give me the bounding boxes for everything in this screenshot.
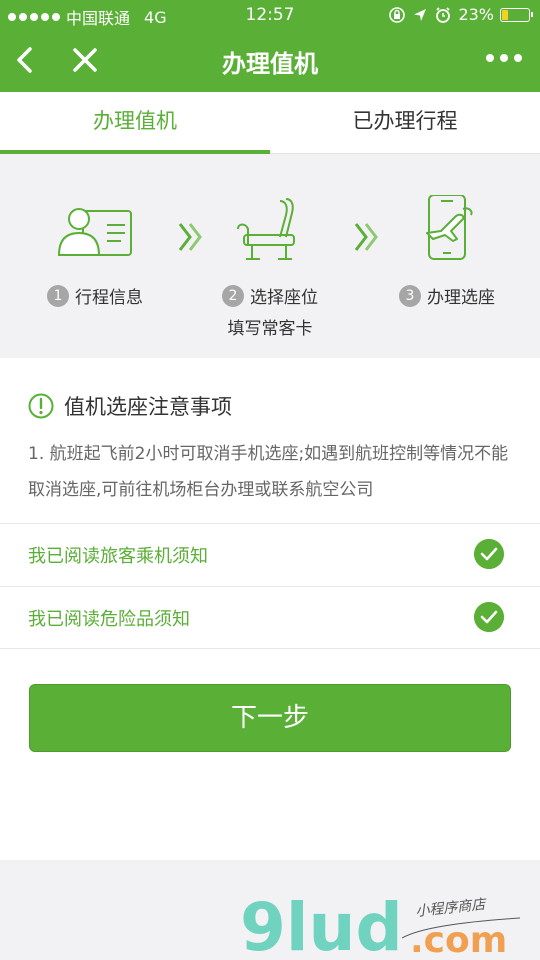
location-arrow-icon (414, 8, 427, 21)
step-number: 2 (222, 284, 244, 307)
alarm-icon (436, 6, 451, 23)
page-title: 办理值机 (222, 50, 318, 78)
battery-fill (502, 9, 508, 20)
notice-title: 值机选座注意事项 (64, 395, 232, 419)
step-3-label: 3 办理选座 (372, 283, 522, 308)
agreement-label[interactable]: 我已阅读旅客乘机须知 (28, 542, 208, 568)
step-seat-check-in: 3 办理选座 (372, 194, 522, 308)
tab-completed-trips[interactable]: 已办理行程 (270, 92, 540, 154)
notice-text: 1. 航班起飞前2小时可取消手机选座;如遇到航班控制等情况不能取消选座,可前往机… (28, 444, 509, 500)
warning-circle-icon (28, 393, 54, 419)
notice-card: 值机选座注意事项 1. 航班起飞前2小时可取消手机选座;如遇到航班控制等情况不能… (0, 358, 540, 860)
watermark-domain: .com (410, 920, 507, 958)
status-bar: 中国联通 4G 12:57 23% (0, 0, 540, 30)
checkmark-icon[interactable] (474, 539, 504, 569)
steps-panel: 1 行程信息 2 选择座位 填写常客卡 3 办理选座 (0, 155, 540, 358)
divider (0, 648, 540, 649)
step-title: 选择座位 (250, 288, 318, 308)
step-1-label: 1 行程信息 (20, 283, 170, 308)
agreement-row-passenger[interactable]: 我已阅读旅客乘机须知 (0, 524, 540, 586)
phone-plane-icon (426, 194, 473, 260)
rotation-lock-icon (389, 6, 406, 23)
step-trip-info: 1 行程信息 (20, 195, 170, 308)
battery-icon (500, 7, 533, 22)
notice-header: 值机选座注意事项 (28, 391, 232, 421)
status-right: 23% (388, 5, 533, 24)
watermark-brand: 9lud (240, 889, 403, 958)
step-subtitle: 填写常客卡 (227, 319, 313, 339)
id-card-icon (57, 208, 132, 256)
more-options-icon[interactable] (486, 54, 522, 62)
battery-percent: 23% (458, 5, 494, 24)
next-step-button[interactable]: 下一步 (29, 684, 511, 752)
step-title: 办理选座 (427, 288, 495, 308)
agreement-row-dangerous-goods[interactable]: 我已阅读危险品须知 (0, 587, 540, 649)
step-number: 1 (47, 284, 69, 307)
step-title: 行程信息 (75, 288, 143, 308)
step-number: 3 (399, 284, 421, 307)
watermark-tagline: 小程序商店 (415, 897, 488, 920)
checkmark-icon[interactable] (474, 602, 504, 632)
step-2-label: 2 选择座位 (195, 283, 345, 308)
nav-bar: 办理值机 (0, 30, 540, 92)
tab-bar: 办理值机 已办理行程 (0, 92, 540, 154)
agreement-label[interactable]: 我已阅读危险品须知 (28, 605, 190, 631)
tab-check-in[interactable]: 办理值机 (0, 92, 270, 154)
step-select-seat: 2 选择座位 填写常客卡 (195, 195, 345, 339)
seat-icon (237, 198, 295, 260)
watermark-logo: 9lud .com 小程序商店 (240, 889, 521, 958)
